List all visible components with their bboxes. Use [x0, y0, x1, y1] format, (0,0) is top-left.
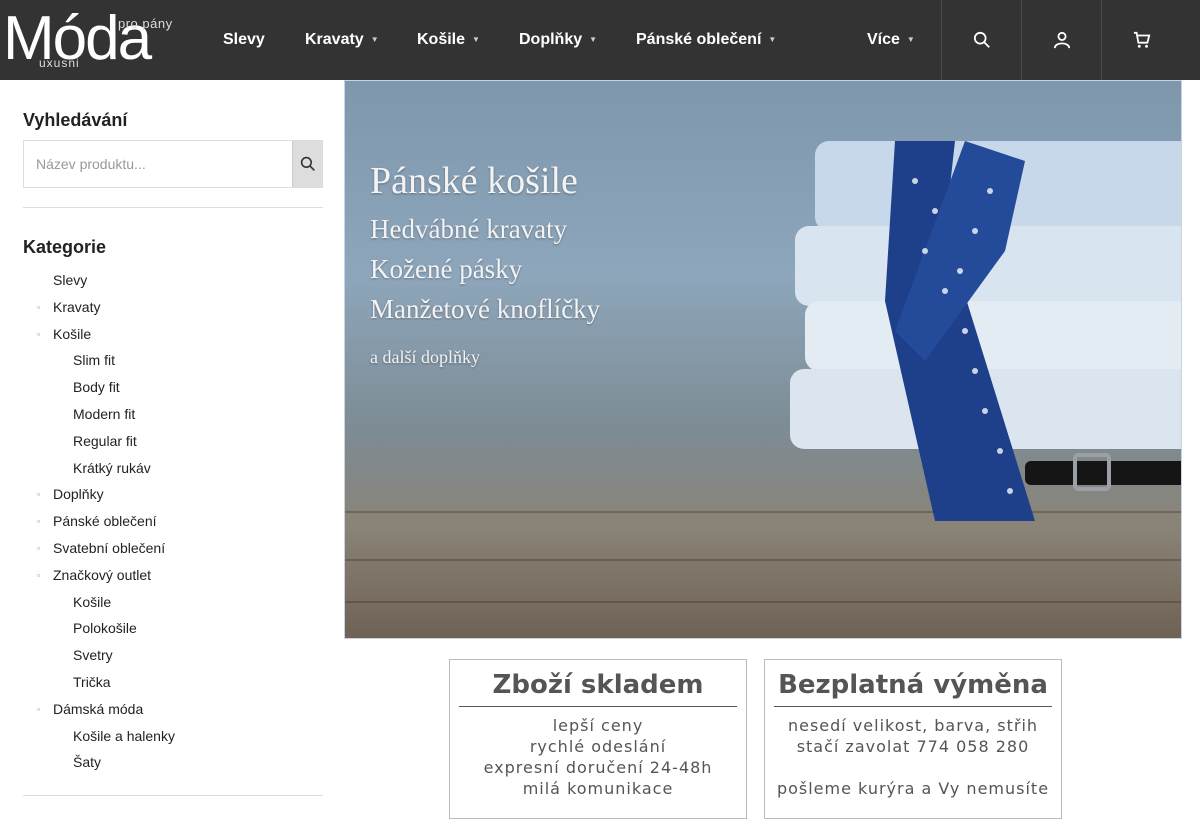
wood-plank-line [345, 601, 1181, 603]
divider [23, 795, 323, 796]
logo[interactable]: Móda pro pány uxusni [3, 8, 173, 72]
site-header: Móda pro pány uxusni Slevy Kravaty ▼ Koši… [0, 0, 1200, 80]
divider [774, 706, 1052, 707]
hero-banner[interactable]: Pánské košile Hedvábné kravaty Kožené pá… [344, 80, 1182, 639]
category-label: Slim fit [73, 352, 115, 369]
category-item[interactable]: Šaty [23, 749, 323, 776]
category-item[interactable]: Polokošile [23, 615, 323, 642]
info-box-line: pošleme kurýra a Vy nemusíte [776, 779, 1050, 798]
category-list: Slevy ▫ Kravaty ▫ Košile Slim fit Body fit Mode… [23, 267, 323, 776]
user-icon [1053, 31, 1070, 49]
shirts-and-tie-illustration [790, 141, 1181, 521]
category-item[interactable]: Košile [23, 589, 323, 616]
category-label: Slevy [53, 272, 88, 288]
category-item[interactable]: ▫ Kravaty [23, 294, 323, 321]
info-box-line: stačí zavolat 774 058 280 [796, 737, 1030, 756]
search-icon [300, 156, 315, 171]
divider [459, 706, 737, 707]
category-item[interactable]: ▫ Košile [23, 321, 323, 348]
search-input[interactable] [24, 141, 294, 187]
info-box-stock: Zboží skladem lepší ceny rychlé odeslání… [449, 659, 747, 819]
nav-item-kosile[interactable]: Košile ▼ [417, 0, 480, 80]
header-search-button[interactable] [941, 0, 1021, 80]
chevron-down-icon: ▼ [768, 35, 777, 44]
category-item[interactable]: Krátký rukáv [23, 455, 323, 482]
info-box-exchange: Bezplatná výměna nesedí velikost, barva,… [764, 659, 1062, 819]
category-label: Košile [73, 593, 112, 610]
banner-line: Kožené pásky [370, 254, 523, 284]
category-label: Pánské oblečení [53, 513, 157, 530]
wood-plank-line [345, 559, 1181, 561]
category-item[interactable]: Svetry [23, 642, 323, 669]
category-item[interactable]: Body fit [23, 374, 323, 401]
banner-title: Pánské košile [370, 160, 578, 202]
bullet-icon: ▫ [37, 328, 41, 339]
category-label: Dámská móda [53, 700, 144, 717]
banner-line: Manžetové knoflíčky [370, 294, 601, 324]
info-box-title: Zboží skladem [492, 670, 704, 700]
categories-title: Kategorie [23, 237, 107, 257]
category-item[interactable]: ▫ Doplňky [23, 481, 323, 508]
category-item[interactable]: ▫ Dámská móda [23, 696, 323, 723]
category-label: Polokošile [73, 620, 137, 637]
chevron-down-icon: ▼ [589, 35, 598, 44]
divider [23, 207, 323, 208]
category-item[interactable]: Slevy [23, 267, 323, 294]
info-box-line: nesedí velikost, barva, střih [787, 716, 1039, 735]
header-cart-button[interactable] [1101, 0, 1181, 80]
category-label: Modern fit [73, 405, 136, 422]
category-label: Šaty [73, 754, 102, 771]
chevron-down-icon: ▼ [906, 35, 915, 44]
category-label: Doplňky [53, 486, 104, 503]
cart-icon [1133, 31, 1150, 48]
search-form [23, 140, 323, 188]
bullet-icon: ▫ [37, 703, 41, 714]
banner-line: Hedvábné kravaty [370, 214, 568, 244]
bullet-icon: ▫ [37, 301, 41, 312]
nav-item-kravaty[interactable]: Kravaty ▼ [305, 0, 379, 80]
nav-item-panske-obleceni[interactable]: Pánské oblečení ▼ [636, 0, 776, 80]
category-item[interactable]: Košile a halenky [23, 723, 323, 750]
search-title: Vyhledávání [23, 110, 128, 130]
category-label: Košile a halenky [73, 727, 175, 744]
category-label: Krátký rukáv [73, 459, 151, 476]
category-item[interactable]: ▫ Značkový outlet [23, 562, 323, 589]
category-label: Kravaty [53, 298, 101, 315]
category-item[interactable]: Slim fit [23, 347, 323, 374]
logo-bottom: uxusni [39, 56, 80, 70]
nav-item-slevy[interactable]: Slevy [223, 0, 265, 80]
search-icon [973, 31, 990, 48]
category-label: Svatební oblečení [53, 539, 166, 556]
search-button[interactable] [292, 141, 322, 187]
header-account-button[interactable] [1021, 0, 1101, 80]
category-item[interactable]: Regular fit [23, 428, 323, 455]
category-label: Košile [53, 325, 92, 342]
info-box-line: rychlé odeslání [529, 737, 667, 756]
nav-item-vice[interactable]: Více ▼ [867, 0, 915, 80]
bullet-icon: ▫ [37, 516, 41, 527]
nav-item-doplnky[interactable]: Doplňky ▼ [519, 0, 597, 80]
chevron-down-icon: ▼ [472, 35, 480, 44]
info-box-line: milá komunikace [522, 779, 674, 798]
info-box-line: expresní doručení 24-48h [483, 758, 713, 777]
chevron-down-icon: ▼ [370, 35, 379, 44]
category-label: Svetry [73, 647, 113, 664]
bullet-icon: ▫ [37, 542, 41, 553]
banner-footer: a další doplňky [370, 347, 480, 367]
info-box-line [765, 757, 1061, 778]
category-label: Regular fit [73, 432, 137, 449]
bullet-icon: ▫ [37, 489, 41, 500]
info-box-title: Bezplatná výměna [778, 670, 1048, 700]
bullet-icon: ▫ [37, 569, 41, 580]
logo-top: pro pány [118, 16, 173, 31]
category-label: Trička [73, 673, 111, 690]
category-item[interactable]: Modern fit [23, 401, 323, 428]
category-item[interactable]: ▫ Pánské oblečení [23, 508, 323, 535]
info-box-line: lepší ceny [552, 716, 644, 735]
category-item[interactable]: ▫ Svatební oblečení [23, 535, 323, 562]
category-label: Body fit [73, 379, 120, 396]
category-item[interactable]: Trička [23, 669, 323, 696]
category-label: Značkový outlet [53, 566, 152, 583]
